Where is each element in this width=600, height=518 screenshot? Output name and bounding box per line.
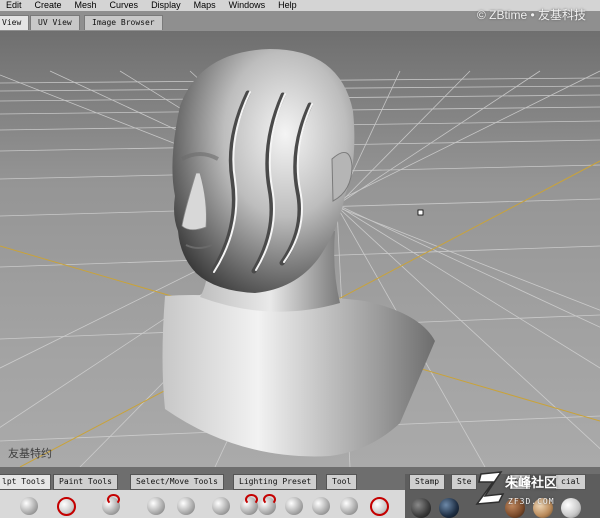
3d-viewport[interactable]: 友基特约 (0, 31, 600, 467)
pivot-marker (417, 209, 424, 216)
tab-lighting-preset[interactable]: Lighting Preset (233, 474, 318, 490)
pinch-tool-icon[interactable] (212, 497, 230, 515)
menu-edit[interactable]: Edit (6, 0, 22, 11)
imprint-tool-icon[interactable] (240, 494, 258, 515)
menu-help[interactable]: Help (278, 0, 297, 11)
menu-windows[interactable]: Windows (229, 0, 266, 11)
tab-sculpt-tools[interactable]: lpt Tools (0, 474, 52, 490)
material-swatch-1[interactable] (411, 498, 431, 518)
knife-tool-icon[interactable] (258, 494, 276, 515)
menu-curves[interactable]: Curves (110, 0, 139, 11)
grab-tool-icon[interactable] (102, 494, 120, 515)
erase-tool-icon[interactable] (312, 497, 330, 515)
tab-select-move-tools[interactable]: Select/Move Tools (130, 474, 224, 490)
menu-display[interactable]: Display (151, 0, 181, 11)
tab-tool[interactable]: Tool (326, 474, 358, 490)
tab-stencil[interactable]: Ste (451, 474, 478, 490)
material-swatch-2[interactable] (439, 498, 459, 518)
tab-paint-tools[interactable]: Paint Tools (53, 474, 118, 490)
wax-tool-icon[interactable] (147, 497, 165, 515)
tab-uv-view[interactable]: UV View (30, 15, 80, 30)
sculpt-tool-icon[interactable] (20, 497, 38, 515)
flatten-tool-icon[interactable] (177, 497, 195, 515)
viewport-scene (0, 49, 600, 467)
menu-mesh[interactable]: Mesh (75, 0, 97, 11)
tab-view[interactable]: View (0, 15, 30, 30)
smooth-tool-icon[interactable] (57, 497, 76, 516)
tab-stamp[interactable]: Stamp (409, 474, 446, 490)
sculpt-tool-shelf (0, 490, 405, 518)
tab-image-browser[interactable]: Image Browser (84, 15, 163, 30)
spray-tool-icon[interactable] (370, 497, 389, 516)
repeat-tool-icon[interactable] (285, 497, 303, 515)
menu-create[interactable]: Create (35, 0, 62, 11)
amplify-tool-icon[interactable] (340, 497, 358, 515)
logo-brand-url: ZF3D.COM (508, 497, 555, 506)
logo-brand-text: 朱峰社区 (505, 476, 558, 491)
view-tab-bar: View UV View Image Browser (0, 14, 600, 31)
watermark-bottom-left: 友基特约 (8, 447, 52, 460)
menu-maps[interactable]: Maps (194, 0, 216, 11)
